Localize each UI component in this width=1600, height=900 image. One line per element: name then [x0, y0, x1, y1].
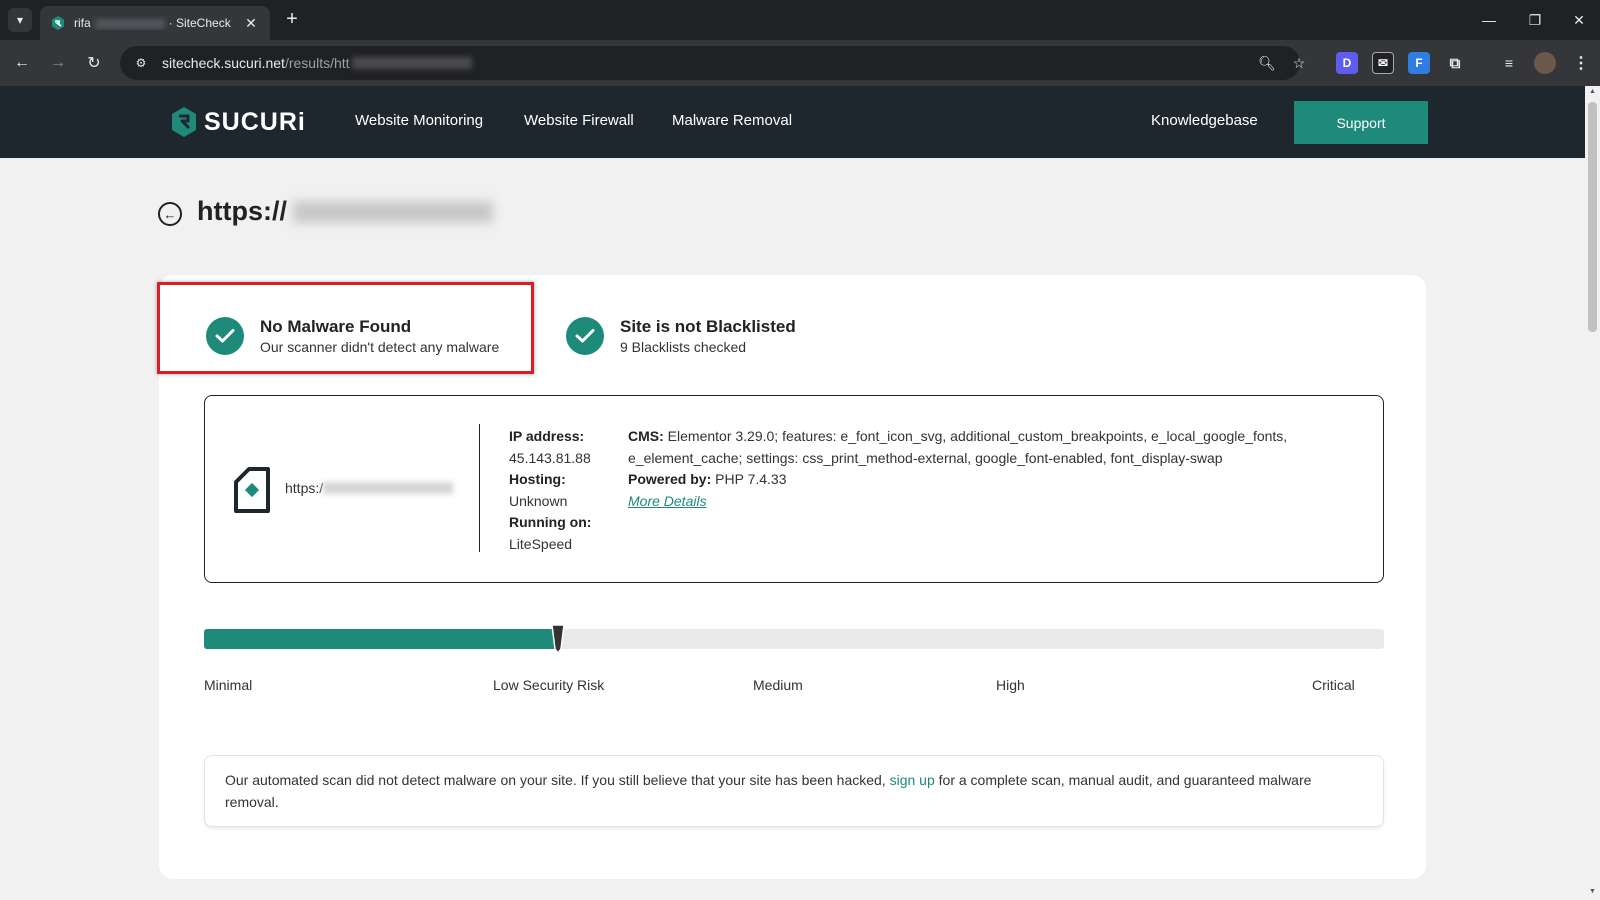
risk-label-minimal: Minimal: [204, 677, 253, 693]
url-host: sitecheck.sucuri.net: [162, 55, 285, 71]
blacklist-status-subtitle: 9 Blacklists checked: [620, 339, 747, 355]
close-window-icon[interactable]: ✕: [1556, 0, 1600, 40]
server-info: IP address: 45.143.81.88 Hosting: Unknow…: [509, 426, 591, 555]
media-control-icon[interactable]: ≡: [1498, 52, 1520, 74]
divider: [479, 424, 480, 552]
url-path: /results/htt: [284, 55, 350, 71]
cms-info: CMS: Elementor 3.29.0; features: e_font_…: [628, 426, 1348, 512]
browser-tab-bar: ▾ rifa · SiteCheck ✕ + — ❐ ✕: [0, 0, 1600, 40]
check-icon: [566, 317, 604, 355]
profile-avatar[interactable]: [1534, 52, 1556, 74]
sign-up-link[interactable]: sign up: [890, 772, 935, 788]
running-label: Running on:: [509, 514, 592, 530]
restore-icon[interactable]: ❐: [1512, 0, 1558, 40]
site-url: https:/: [285, 480, 454, 496]
extension-mail-icon[interactable]: ✉: [1372, 52, 1394, 74]
highlight-box: [157, 282, 534, 374]
sucuri-logo[interactable]: SUCURi: [170, 106, 306, 138]
site-url-redacted: [323, 482, 454, 494]
new-tab-icon[interactable]: +: [280, 8, 304, 32]
hosting-value: Unknown: [509, 492, 568, 509]
risk-label-high: High: [996, 677, 1025, 693]
blacklist-status-title: Site is not Blacklisted: [620, 317, 796, 336]
browser-toolbar: ← → ↻ ⚙ sitecheck.sucuri.net/results/htt…: [0, 40, 1600, 86]
site-header: SUCURi Website Monitoring Website Firewa…: [0, 86, 1585, 158]
back-icon[interactable]: ←: [10, 51, 34, 75]
tab-search-dropdown-icon[interactable]: ▾: [8, 8, 32, 32]
ip-value: 45.143.81.88: [509, 449, 591, 466]
risk-marker-icon: [551, 624, 565, 655]
bookmark-star-icon[interactable]: ☆: [1290, 54, 1308, 72]
powered-label: Powered by:: [628, 471, 712, 487]
page-content: ← https:// No Malware Found Our scanner …: [0, 158, 1585, 900]
risk-label-critical: Critical: [1312, 677, 1355, 693]
browser-menu-icon[interactable]: ⋮: [1570, 52, 1592, 74]
risk-meter-fill: [204, 629, 558, 649]
page-title: https://: [197, 196, 493, 227]
scroll-up-icon[interactable]: ▲: [1588, 88, 1597, 98]
page-title-redacted: [292, 200, 493, 223]
page-title-text: https://: [197, 196, 287, 226]
summary-text-before: Our automated scan did not detect malwar…: [225, 772, 890, 788]
scan-summary: Our automated scan did not detect malwar…: [204, 755, 1384, 827]
powered-value: PHP 7.4.33: [711, 471, 787, 487]
page-scrollbar[interactable]: ▲ ▼: [1585, 86, 1600, 900]
zoom-icon[interactable]: 🔍︎: [1258, 54, 1276, 72]
risk-meter: [204, 629, 1384, 649]
tab-close-icon[interactable]: ✕: [242, 15, 260, 32]
url-redacted: [351, 57, 472, 69]
more-details-link[interactable]: More Details: [628, 493, 707, 509]
logo-text: SUCURi: [204, 107, 306, 136]
risk-label-medium: Medium: [753, 677, 803, 693]
hosting-label: Hosting:: [509, 471, 566, 487]
support-button[interactable]: Support: [1294, 101, 1428, 144]
cms-value: Elementor 3.29.0; features: e_font_icon_…: [628, 428, 1288, 466]
nav-website-monitoring[interactable]: Website Monitoring: [355, 112, 483, 129]
extensions-puzzle-icon[interactable]: ⧉: [1444, 52, 1466, 74]
site-url-text: https:/: [285, 480, 324, 496]
minimize-icon[interactable]: —: [1466, 0, 1512, 40]
nav-website-firewall[interactable]: Website Firewall: [524, 112, 634, 129]
extension-d-icon[interactable]: D: [1336, 52, 1358, 74]
address-bar[interactable]: ⚙ sitecheck.sucuri.net/results/htt 🔍︎ ☆: [120, 46, 1305, 80]
forward-icon[interactable]: →: [46, 51, 70, 75]
website-icon: [234, 467, 270, 513]
scroll-thumb[interactable]: [1588, 102, 1597, 332]
browser-tab[interactable]: rifa · SiteCheck ✕: [40, 6, 270, 40]
nav-knowledgebase[interactable]: Knowledgebase: [1151, 112, 1258, 129]
ip-label: IP address:: [509, 428, 585, 444]
risk-label-low: Low Security Risk: [493, 677, 605, 693]
site-info-icon[interactable]: ⚙: [132, 54, 150, 72]
site-info-box: https:/ IP address: 45.143.81.88 Hosting…: [204, 395, 1384, 583]
tab-title: rifa · SiteCheck: [74, 16, 231, 30]
extension-fi-icon[interactable]: F: [1408, 52, 1430, 74]
reload-icon[interactable]: ↻: [82, 51, 106, 75]
back-arrow-icon[interactable]: ←: [158, 202, 182, 226]
blacklist-status: Site is not Blacklisted 9 Blacklists che…: [566, 317, 796, 355]
scroll-down-icon[interactable]: ▼: [1588, 888, 1597, 898]
cms-label: CMS:: [628, 428, 664, 444]
sucuri-logo-icon: [172, 107, 196, 137]
running-value: LiteSpeed: [509, 535, 573, 552]
nav-malware-removal[interactable]: Malware Removal: [672, 112, 792, 129]
sucuri-favicon-icon: [52, 16, 64, 30]
